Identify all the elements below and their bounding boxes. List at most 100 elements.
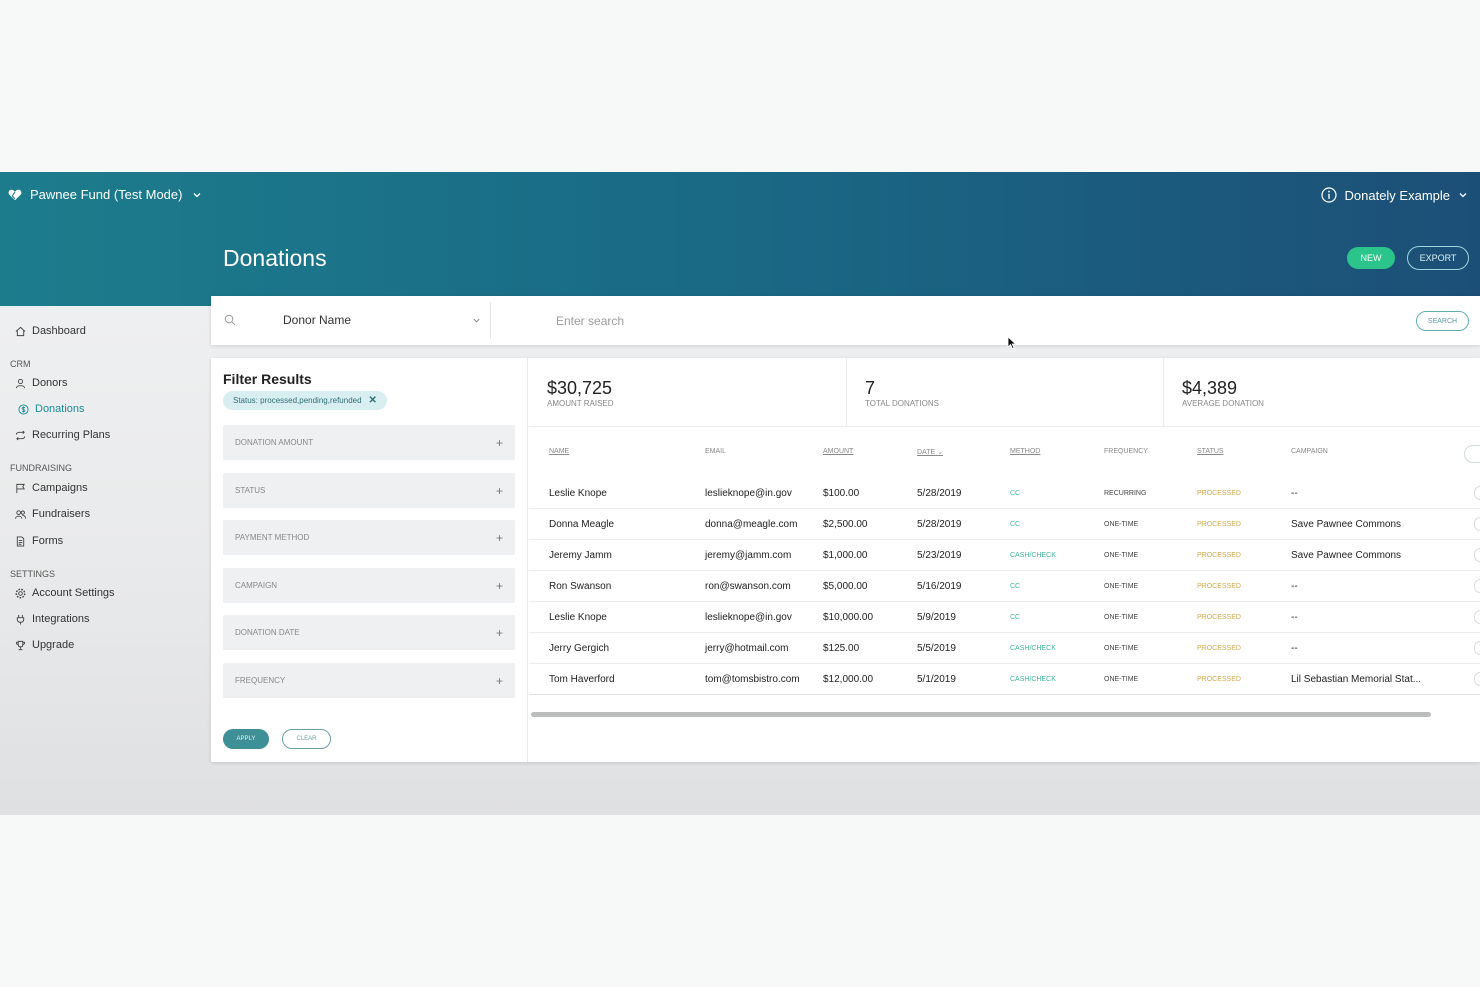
row-action-button[interactable] [1474,548,1480,562]
sidebar-item-donations[interactable]: Donations [18,403,85,415]
row-action-button[interactable] [1474,641,1480,655]
column-header-frequency: FREQUENCY [1104,448,1148,455]
section-label-settings: SETTINGS [10,569,56,579]
filter-label: PAYMENT METHOD [235,533,310,542]
sidebar-item-account-settings[interactable]: Account Settings [15,587,115,599]
account-menu[interactable]: Donately Example [1320,187,1469,203]
table-row[interactable]: Leslie Knope leslieknope@in.gov $100.00 … [529,478,1480,509]
cell-frequency: ONE-TIME [1104,614,1139,621]
row-action-button[interactable] [1474,672,1480,686]
filter-donation-date[interactable]: DONATION DATE + [223,615,515,650]
info-icon [1320,187,1337,203]
cell-name: Leslie Knope [549,488,607,499]
sidebar-item-integrations[interactable]: Integrations [15,613,89,625]
sidebar-item-label: Integrations [32,613,90,625]
table-row[interactable]: Jerry Gergich jerry@hotmail.com $125.00 … [529,633,1480,664]
cell-date: 5/16/2019 [917,581,962,592]
table-row[interactable]: Jeremy Jamm jeremy@jamm.com $1,000.00 5/… [529,540,1480,571]
plus-icon: + [495,578,503,593]
close-icon[interactable]: ✕ [369,395,377,406]
row-action-button[interactable] [1474,579,1480,593]
org-switcher[interactable]: Pawnee Fund (Test Mode) [8,187,202,202]
cell-status: PROCESSED [1197,614,1241,621]
cell-method: CASH/CHECK [1010,552,1056,559]
gear-icon [15,588,26,598]
sidebar-item-forms[interactable]: Forms [15,535,63,547]
cell-name: Ron Swanson [549,581,612,592]
cell-amount: $1,000.00 [823,550,868,561]
search-input[interactable] [556,311,1256,331]
dollar-circle-icon [18,403,29,415]
filter-label: DONATION AMOUNT [235,438,314,447]
cell-name: Donna Meagle [549,519,615,530]
column-header-status[interactable]: STATUS [1197,448,1224,455]
cell-frequency: ONE-TIME [1104,645,1139,652]
cell-name: Tom Haverford [549,674,615,685]
cell-frequency: ONE-TIME [1104,676,1139,683]
horizontal-scrollbar[interactable] [531,712,1431,717]
cell-campaign: Save Pawnee Commons [1291,519,1402,530]
column-header-method[interactable]: METHOD [1010,448,1040,455]
home-icon [15,326,26,336]
column-header-name[interactable]: NAME [549,448,569,455]
filter-status[interactable]: STATUS + [223,473,515,508]
cell-status: PROCESSED [1197,583,1241,590]
table-row[interactable]: Donna Meagle donna@meagle.com $2,500.00 … [529,509,1480,540]
user-icon [15,378,26,388]
chevron-down-icon[interactable] [472,316,481,325]
header-bar: Pawnee Fund (Test Mode) Donately Example… [0,172,1480,306]
sidebar-item-campaigns[interactable]: Campaigns [15,482,88,494]
cell-status: PROCESSED [1197,645,1241,652]
mouse-cursor-icon [1007,336,1017,350]
cell-email: jeremy@jamm.com [705,550,792,561]
column-header-date[interactable]: DATE ⌄ [917,448,943,456]
cell-date: 5/9/2019 [917,612,956,623]
plus-icon: + [495,625,503,640]
column-toggle-button[interactable] [1464,445,1480,463]
table-row[interactable]: Ron Swanson ron@swanson.com $5,000.00 5/… [529,571,1480,602]
filter-label: FREQUENCY [235,676,286,685]
cell-campaign: -- [1291,643,1298,654]
filter-campaign[interactable]: CAMPAIGN + [223,568,515,603]
trophy-icon [15,640,26,650]
sidebar-item-donors[interactable]: Donors [15,377,67,389]
cell-method: CC [1010,521,1021,528]
cell-email: jerry@hotmail.com [705,643,789,654]
table-row[interactable]: Tom Haverford tom@tomsbistro.com $12,000… [529,664,1480,695]
sidebar-item-upgrade[interactable]: Upgrade [15,639,74,651]
cell-amount: $100.00 [823,488,860,499]
filter-frequency[interactable]: FREQUENCY + [223,663,515,698]
sidebar-item-label: Fundraisers [32,508,91,520]
export-button[interactable]: EXPORT [1407,246,1469,270]
row-action-button[interactable] [1474,486,1480,500]
row-action-button[interactable] [1474,517,1480,531]
filter-donation-amount[interactable]: DONATION AMOUNT + [223,425,515,460]
table-row[interactable]: Leslie Knope leslieknope@in.gov $10,000.… [529,602,1480,633]
cell-amount: $12,000.00 [823,674,874,685]
chevron-down-icon [1459,193,1467,198]
stat-amount-raised: $30,725 AMOUNT RAISED [529,358,846,427]
search-field-select[interactable]: Donor Name [283,313,351,327]
filter-payment-method[interactable]: PAYMENT METHOD + [223,520,515,555]
sidebar-item-dashboard[interactable]: Dashboard [15,325,86,337]
repeat-icon [15,430,26,440]
cell-date: 5/23/2019 [917,550,962,561]
stats-row: $30,725 AMOUNT RAISED 7 TOTAL DONATIONS … [529,358,1480,427]
sidebar-item-recurring-plans[interactable]: Recurring Plans [15,429,110,441]
cell-name: Jeremy Jamm [549,550,612,561]
cell-status: PROCESSED [1197,490,1241,497]
apply-button[interactable]: APPLY [223,729,269,749]
row-action-button[interactable] [1474,610,1480,624]
cell-status: PROCESSED [1197,552,1241,559]
sidebar-item-fundraisers[interactable]: Fundraisers [15,508,90,520]
cell-date: 5/1/2019 [917,674,956,685]
cell-method: CASH/CHECK [1010,676,1056,683]
plug-icon [16,614,25,625]
clear-button[interactable]: CLEAR [282,729,331,749]
cell-amount: $2,500.00 [823,519,868,530]
new-donation-button[interactable]: NEW [1347,247,1395,269]
column-header-amount[interactable]: AMOUNT [823,448,853,455]
search-button[interactable]: SEARCH [1416,311,1469,331]
cell-method: CC [1010,614,1021,621]
cell-frequency: ONE-TIME [1104,583,1139,590]
